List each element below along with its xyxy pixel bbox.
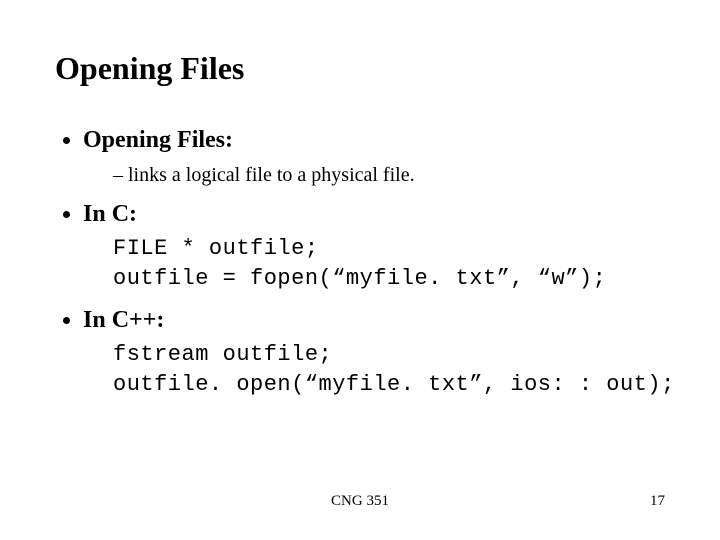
bullet-opening-files: Opening Files: links a logical file to a… [83,127,670,187]
code-c: FILE * outfile; outfile = fopen(“myfile.… [113,234,670,293]
footer-course: CNG 351 [0,493,720,510]
bullet-list: Opening Files: links a logical file to a… [55,127,670,400]
bullet-label: In C++: [83,307,164,333]
slide-title: Opening Files [55,50,670,87]
code-cpp: fstream outfile; outfile. open(“myfile. … [113,340,670,399]
slide: Opening Files Opening Files: links a log… [0,0,720,540]
sub-bullet-definition: links a logical file to a physical file. [113,164,670,187]
bullet-label: Opening Files: [83,127,233,153]
bullet-label: In C: [83,201,137,227]
footer-page-number: 17 [650,493,665,510]
bullet-in-cpp: In C++: fstream outfile; outfile. open(“… [83,307,670,399]
sub-bullet-list: links a logical file to a physical file. [83,164,670,187]
bullet-in-c: In C: FILE * outfile; outfile = fopen(“m… [83,201,670,293]
